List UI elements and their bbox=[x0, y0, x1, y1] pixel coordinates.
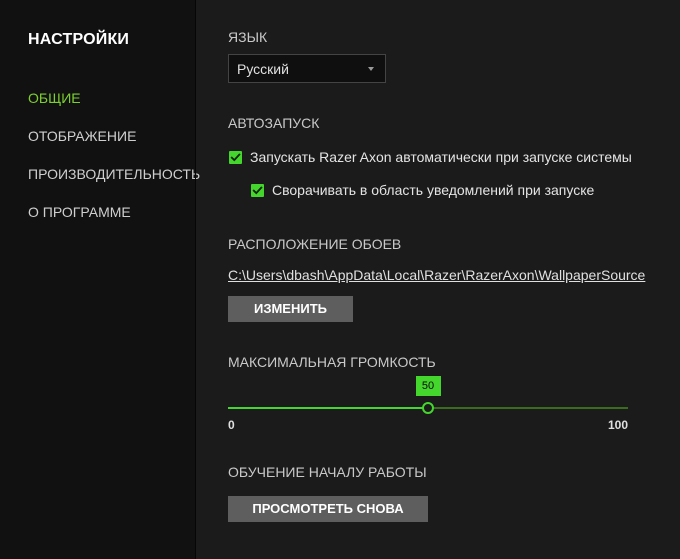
volume-section-label: МАКСИМАЛЬНАЯ ГРОМКОСТЬ bbox=[228, 354, 436, 370]
language-select[interactable]: Русский bbox=[228, 54, 386, 83]
checkmark-icon bbox=[252, 186, 263, 195]
autostart-section-label: АВТОЗАПУСК bbox=[228, 115, 320, 131]
onboarding-section-label: ОБУЧЕНИЕ НАЧАЛУ РАБОТЫ bbox=[228, 464, 427, 480]
sidebar-item-performance[interactable]: ПРОИЗВОДИТЕЛЬНОСТЬ bbox=[28, 166, 200, 182]
sidebar: НАСТРОЙКИ ОБЩИЕ ОТОБРАЖЕНИЕ ПРОИЗВОДИТЕЛ… bbox=[0, 0, 200, 559]
sidebar-title: НАСТРОЙКИ bbox=[28, 31, 130, 48]
change-wallpaper-button[interactable]: ИЗМЕНИТЬ bbox=[228, 296, 353, 322]
minimize-to-tray-checkbox-label[interactable]: Сворачивать в область уведомлений при за… bbox=[272, 182, 594, 198]
sidebar-divider bbox=[195, 0, 196, 559]
autostart-checkbox[interactable] bbox=[229, 151, 242, 164]
minimize-to-tray-checkbox[interactable] bbox=[251, 184, 264, 197]
volume-slider-thumb[interactable] bbox=[422, 402, 434, 414]
volume-max-label: 100 bbox=[608, 418, 629, 432]
sidebar-item-about[interactable]: О ПРОГРАММЕ bbox=[28, 204, 131, 220]
sidebar-item-general[interactable]: ОБЩИЕ bbox=[28, 90, 81, 106]
checkmark-icon bbox=[230, 153, 241, 162]
sidebar-item-display[interactable]: ОТОБРАЖЕНИЕ bbox=[28, 128, 136, 144]
wallpaper-section-label: РАСПОЛОЖЕНИЕ ОБОЕВ bbox=[228, 236, 402, 252]
language-section-label: ЯЗЫК bbox=[228, 29, 268, 45]
wallpaper-path-link[interactable]: C:\Users\dbash\AppData\Local\Razer\Razer… bbox=[228, 267, 645, 283]
settings-window: НАСТРОЙКИ ОБЩИЕ ОТОБРАЖЕНИЕ ПРОИЗВОДИТЕЛ… bbox=[0, 0, 680, 559]
volume-value-tooltip: 50 bbox=[415, 376, 441, 396]
chevron-down-icon bbox=[368, 67, 374, 71]
volume-min-label: 0 bbox=[228, 418, 235, 432]
replay-onboarding-button[interactable]: ПРОСМОТРЕТЬ СНОВА bbox=[228, 496, 428, 522]
volume-slider-fill bbox=[228, 407, 428, 409]
autostart-checkbox-label[interactable]: Запускать Razer Axon автоматически при з… bbox=[250, 149, 632, 165]
language-select-value: Русский bbox=[237, 61, 289, 77]
